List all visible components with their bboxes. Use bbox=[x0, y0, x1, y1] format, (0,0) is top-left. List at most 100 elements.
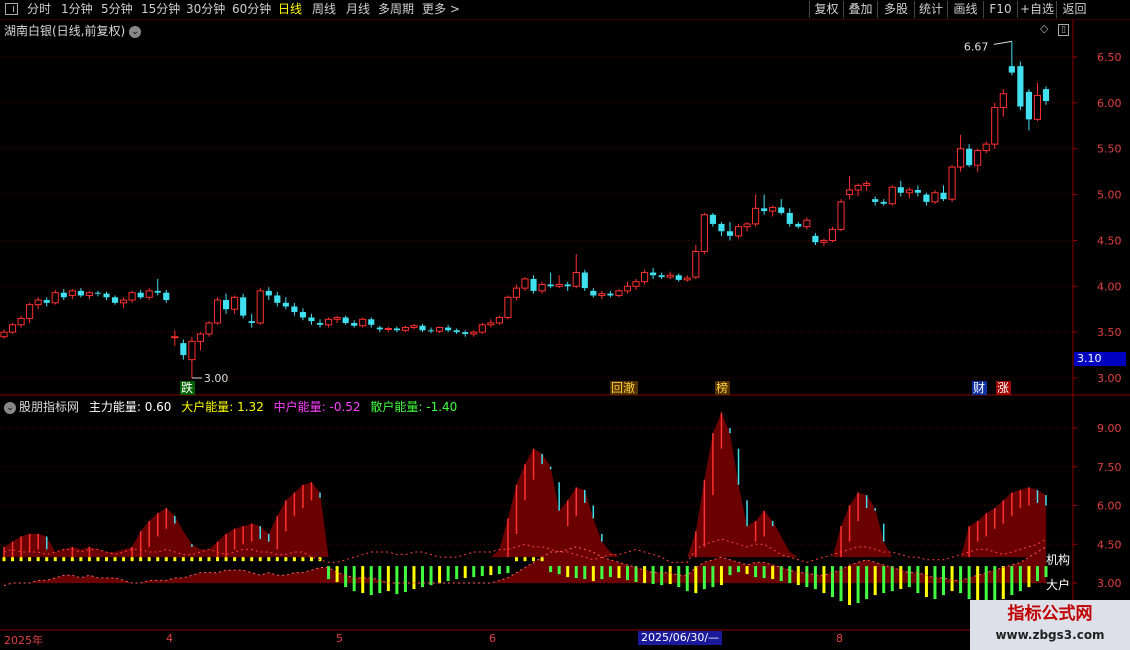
candle-body bbox=[410, 325, 418, 329]
watermark-title: 指标公式网 bbox=[1007, 604, 1093, 624]
energy-bar bbox=[87, 557, 91, 562]
energy-bar bbox=[164, 557, 168, 562]
period-tab-1[interactable]: 1分钟 bbox=[61, 1, 93, 18]
price-tick-label: 5.00 bbox=[1097, 189, 1122, 202]
candle-body bbox=[240, 297, 247, 316]
period-tab-6[interactable]: 日线 bbox=[278, 1, 302, 18]
candle-body bbox=[615, 290, 623, 296]
candle-body bbox=[436, 327, 444, 332]
period-tab-0[interactable]: 分时 bbox=[27, 1, 51, 18]
candle-body bbox=[94, 292, 102, 294]
candle-body bbox=[188, 340, 196, 361]
energy-bar bbox=[369, 566, 373, 596]
candle-body bbox=[299, 311, 307, 318]
energy-bar bbox=[497, 566, 501, 575]
energy-bar bbox=[506, 566, 510, 574]
candle-body bbox=[820, 239, 828, 243]
period-tab-10[interactable]: 更多 > bbox=[422, 1, 460, 18]
candle-body bbox=[137, 292, 144, 298]
energy-bar bbox=[45, 557, 49, 562]
kline-chart-canvas[interactable]: 6.50 6.00 5.50 5.00 4.50 4.00 3.50 3.00 6.67 3.00… bbox=[0, 0, 1130, 650]
toolbar-btn-3[interactable]: 统计 bbox=[914, 1, 947, 18]
candle-body bbox=[248, 321, 255, 323]
candle-body bbox=[419, 325, 426, 331]
energy-bar bbox=[557, 566, 561, 575]
energy-bar bbox=[130, 557, 134, 562]
candle-body bbox=[85, 292, 93, 296]
candle-body bbox=[564, 284, 571, 287]
candle-body bbox=[812, 235, 819, 243]
energy-bar bbox=[104, 557, 108, 562]
candle-body bbox=[991, 106, 999, 145]
menu-icon[interactable] bbox=[5, 3, 18, 15]
energy-bar bbox=[412, 566, 416, 590]
candle-body bbox=[1042, 89, 1050, 102]
energy-bar bbox=[711, 566, 715, 588]
energy-bar bbox=[514, 557, 518, 562]
candle-body bbox=[43, 300, 50, 303]
candle-body bbox=[282, 302, 289, 307]
toolbar-btn-4[interactable]: 画线 bbox=[947, 1, 983, 18]
energy-bar bbox=[830, 566, 834, 598]
energy-bar bbox=[403, 566, 407, 593]
candle-body bbox=[222, 300, 230, 310]
toolbar-btn-0[interactable]: 复权 bbox=[809, 1, 843, 18]
energy-bar bbox=[762, 566, 766, 579]
period-tab-7[interactable]: 周线 bbox=[312, 1, 336, 18]
period-tab-2[interactable]: 5分钟 bbox=[101, 1, 133, 18]
indicator-big-holder: 大户能量: 1.32 bbox=[181, 400, 264, 414]
candle-body bbox=[445, 327, 452, 331]
candle-body bbox=[666, 274, 674, 278]
toolbar-btn-5[interactable]: F10 bbox=[983, 1, 1017, 18]
toolbar-btn-7[interactable]: 返回 bbox=[1056, 1, 1092, 18]
candle-body bbox=[512, 287, 521, 298]
indicator-name[interactable]: 股朋指标网 bbox=[19, 400, 79, 414]
energy-bar bbox=[745, 566, 749, 575]
period-tab-3[interactable]: 15分钟 bbox=[141, 1, 180, 18]
toolbar-btn-1[interactable]: 叠加 bbox=[843, 1, 877, 18]
candle-body bbox=[837, 201, 845, 230]
toolbar-btn-6[interactable]: +自选 bbox=[1017, 1, 1056, 18]
energy-bar bbox=[344, 566, 348, 588]
toolbar-btn-2[interactable]: 多股 bbox=[877, 1, 914, 18]
indicator-tick-label: 6.00 bbox=[1097, 500, 1122, 513]
energy-bar bbox=[267, 557, 271, 562]
candle-body bbox=[590, 290, 597, 296]
candle-body bbox=[342, 317, 349, 323]
energy-bar bbox=[728, 566, 732, 576]
chevron-down-icon[interactable]: ⌄ bbox=[129, 25, 142, 38]
energy-bar bbox=[233, 557, 237, 562]
diamond-icon[interactable]: ◇ bbox=[1040, 22, 1048, 35]
period-tab-5[interactable]: 60分钟 bbox=[232, 1, 271, 18]
energy-bar bbox=[660, 566, 664, 586]
period-tab-9[interactable]: 多周期 bbox=[378, 1, 414, 18]
candle-body bbox=[880, 201, 887, 204]
event-badge: 财 bbox=[973, 381, 985, 395]
price-tick-label: 4.00 bbox=[1097, 280, 1122, 293]
chevron-down-icon[interactable]: ⌄ bbox=[4, 401, 16, 414]
candle-body bbox=[572, 272, 580, 287]
price-tick-label: 3.00 bbox=[1097, 372, 1122, 385]
energy-bar bbox=[702, 566, 706, 590]
candle-body bbox=[974, 150, 982, 166]
stock-title-text: 湖南白银(日线,前复权) bbox=[4, 24, 126, 38]
candle-body bbox=[316, 322, 324, 325]
panel-controls: ◇ ▯ bbox=[1040, 22, 1069, 36]
indicator-tick-label: 4.50 bbox=[1097, 538, 1122, 551]
energy-bar bbox=[719, 566, 723, 586]
energy-bar bbox=[566, 566, 570, 578]
stock-title[interactable]: 湖南白银(日线,前复权) ⌄ bbox=[4, 22, 142, 39]
candle-body bbox=[180, 343, 187, 356]
energy-bar bbox=[549, 566, 553, 573]
candle-body bbox=[504, 296, 512, 318]
energy-bar bbox=[327, 566, 331, 580]
candle-body bbox=[530, 278, 537, 291]
candle-body bbox=[863, 183, 871, 186]
window-icon[interactable]: ▯ bbox=[1057, 24, 1069, 36]
candle-body bbox=[1008, 66, 1015, 73]
candle-body bbox=[256, 290, 264, 324]
energy-bar bbox=[429, 566, 433, 586]
period-tab-4[interactable]: 30分钟 bbox=[186, 1, 225, 18]
period-tab-8[interactable]: 月线 bbox=[346, 1, 370, 18]
event-badge: 回澈 bbox=[611, 380, 635, 395]
